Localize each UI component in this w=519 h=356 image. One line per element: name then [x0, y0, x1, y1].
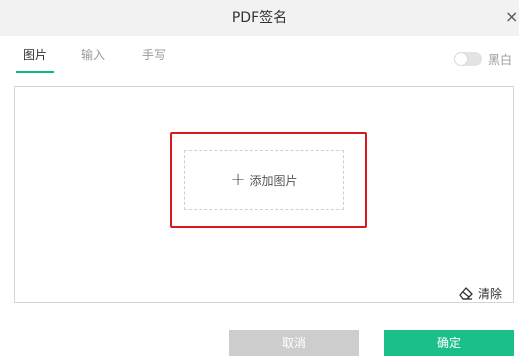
- tab-bar: 图片 输入 手写: [0, 36, 519, 76]
- tab-image[interactable]: 图片: [23, 46, 47, 63]
- clear-label: 清除: [478, 286, 503, 301]
- black-white-label: 黑白: [488, 53, 513, 67]
- tab-input[interactable]: 输入: [81, 46, 105, 63]
- active-tab-indicator: [16, 71, 54, 73]
- title-bar: PDF签名 ×: [0, 0, 519, 36]
- black-white-toggle[interactable]: [454, 52, 482, 66]
- confirm-button[interactable]: 确定: [384, 330, 514, 356]
- clear-button[interactable]: 清除: [458, 284, 502, 302]
- eraser-icon: [459, 287, 473, 300]
- tab-handwrite[interactable]: 手写: [142, 46, 166, 63]
- close-icon[interactable]: ×: [505, 0, 519, 36]
- highlight-frame: [170, 132, 367, 228]
- dialog-title: PDF签名: [231, 10, 288, 26]
- cancel-button[interactable]: 取消: [229, 330, 359, 356]
- toggle-knob: [455, 53, 467, 65]
